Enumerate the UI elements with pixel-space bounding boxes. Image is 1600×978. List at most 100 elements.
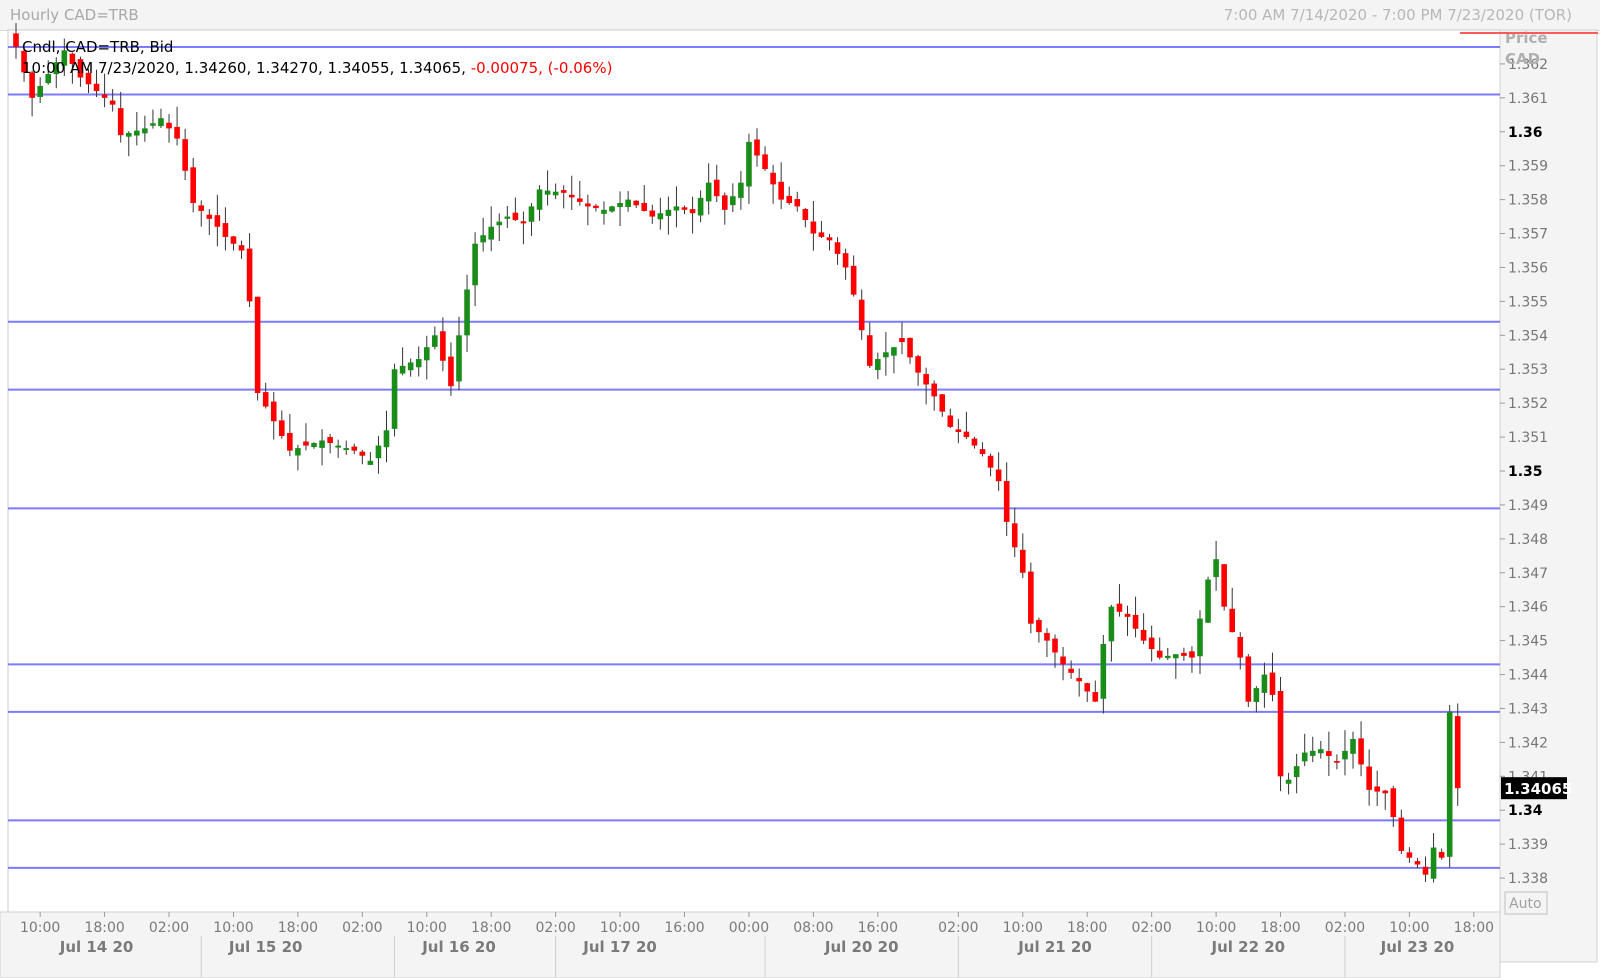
candle-down (1132, 614, 1139, 629)
candle-up (472, 243, 478, 286)
candle-down (907, 337, 913, 358)
candle-down (230, 236, 237, 244)
x-tick-label: 08:00 (793, 920, 833, 936)
candle-down (770, 172, 776, 185)
x-tick-label: 10:00 (407, 920, 447, 936)
candle-down (1148, 637, 1155, 650)
x-tick-label: 18:00 (278, 920, 318, 936)
candle-down (1116, 603, 1123, 612)
candle-up (125, 132, 132, 137)
candle-down (995, 469, 1002, 482)
candle-down (1068, 668, 1074, 673)
candle-down (721, 195, 728, 210)
candle-up (1318, 749, 1324, 754)
x-tick-label: 18:00 (84, 920, 124, 936)
day-label: Jul 22 20 (1211, 938, 1286, 956)
candle-up (738, 182, 744, 198)
candle-down (585, 203, 591, 207)
candle-down (987, 455, 994, 468)
x-tick-label: 10:00 (1389, 920, 1429, 936)
candle-down (174, 126, 180, 139)
y-tick-label: 1.349 (1508, 498, 1548, 514)
candle-up (536, 189, 543, 210)
candle-up (407, 362, 414, 371)
candle-down (1076, 677, 1082, 682)
candle-down (448, 356, 454, 387)
y-tick-label: 1.358 (1508, 193, 1548, 209)
candle-down (810, 221, 817, 234)
candle-down (858, 299, 865, 331)
x-tick-label: 02:00 (149, 920, 189, 936)
x-tick-label: 10:00 (213, 920, 253, 936)
y-tick-label: 1.36 (1508, 125, 1543, 141)
price-axis-header: Price (1505, 29, 1548, 47)
candle-up (1164, 655, 1171, 659)
x-tick-label: 10:00 (600, 920, 640, 936)
candle-down (1277, 690, 1284, 777)
candle-down (947, 415, 954, 427)
x-tick-label: 16:00 (858, 920, 898, 936)
y-tick-label: 1.351 (1508, 430, 1548, 446)
candle-up (730, 196, 736, 206)
candle-down (1366, 766, 1372, 790)
candle-up (1108, 606, 1115, 642)
y-tick-label: 1.344 (1508, 668, 1548, 684)
candle-up (1253, 688, 1260, 702)
candle-down (254, 296, 261, 393)
candle-down (1414, 861, 1421, 865)
legend-change: -0.00075, (-0.06%) (470, 59, 613, 77)
candle-up (383, 430, 390, 448)
candle-down (1398, 817, 1405, 851)
candle-down (955, 429, 962, 432)
candle-up (158, 118, 164, 127)
x-tick-label: 16:00 (664, 920, 704, 936)
candle-down (327, 436, 333, 444)
candle-down (826, 237, 833, 241)
candle-down (117, 108, 124, 136)
candle-down (866, 335, 873, 366)
candle-down (1036, 619, 1042, 633)
day-label: Jul 21 20 (1017, 938, 1092, 956)
candle-up (1173, 654, 1179, 659)
candle-down (1334, 761, 1340, 763)
candle-down (287, 432, 293, 451)
candle-up (464, 289, 470, 336)
candle-down (1221, 564, 1227, 607)
candle-up (697, 197, 704, 216)
candle-down (899, 338, 905, 343)
candle-up (746, 141, 752, 187)
candle-up (480, 235, 486, 243)
candle-down (238, 245, 245, 251)
x-tick-label: 02:00 (342, 920, 382, 936)
y-tick-label: 1.343 (1508, 701, 1548, 717)
candle-down (1052, 638, 1058, 653)
candle-down (1181, 652, 1187, 656)
candle-down (278, 420, 285, 436)
legend-ohlc: 10:00 AM 7/23/2020, 1.34260, 1.34270, 1.… (22, 58, 612, 79)
candle-up (319, 440, 325, 448)
candle-up (391, 369, 398, 429)
candle-down (303, 441, 309, 446)
y-tick-label: 1.361 (1508, 91, 1548, 107)
candle-down (1229, 608, 1236, 633)
candle-down (1011, 523, 1018, 548)
candle-down (1438, 851, 1445, 858)
candle-down (778, 181, 784, 200)
candlestick-chart[interactable]: 1.3381.3391.341.3411.3421.3431.3441.3451… (0, 0, 1600, 978)
candle-down (109, 100, 116, 105)
candle-up (496, 221, 503, 226)
candle-up (1205, 579, 1211, 623)
y-tick-label: 1.347 (1508, 566, 1548, 582)
candle-down (270, 401, 277, 422)
candle-up (705, 182, 712, 202)
y-tick-label: 1.339 (1508, 837, 1548, 853)
candle-up (504, 216, 511, 219)
candle-down (850, 265, 857, 295)
candle-up (399, 365, 406, 374)
chart-window: Hourly CAD=TRB 7:00 AM 7/14/2020 - 7:00 … (0, 0, 1600, 978)
candle-up (488, 226, 495, 240)
candle-down (681, 207, 688, 210)
candle-down (1140, 629, 1147, 641)
chart-legend: Cndl, CAD=TRB, Bid 10:00 AM 7/23/2020, 1… (22, 37, 612, 79)
candle-up (1197, 618, 1203, 657)
